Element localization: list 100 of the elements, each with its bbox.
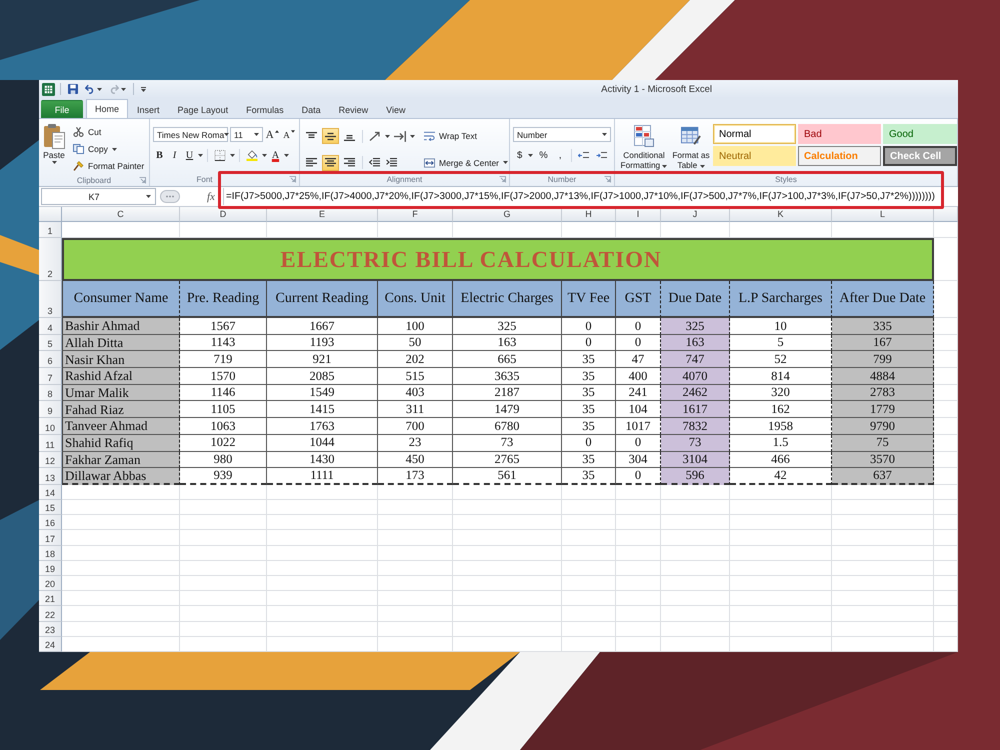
grip-handle-icon[interactable] <box>160 190 180 203</box>
table-cell: 400 <box>616 368 661 385</box>
row-header[interactable]: 13 <box>39 468 62 485</box>
row-header[interactable]: 19 <box>39 560 62 576</box>
table-cell: Dillawar Abbas <box>62 468 180 485</box>
row-header[interactable]: 2 <box>39 238 62 281</box>
ribbon-tab[interactable]: File <box>41 100 83 118</box>
cell-style-option[interactable]: Bad <box>798 124 881 144</box>
number-format-dropdown[interactable]: Number <box>513 127 611 142</box>
ribbon-tab[interactable]: View <box>377 100 414 118</box>
row-header[interactable]: 21 <box>39 591 62 606</box>
copy-button[interactable]: Copy <box>70 141 148 157</box>
row-header[interactable]: 15 <box>39 500 62 516</box>
shrink-font-button[interactable]: A <box>282 127 296 142</box>
dialog-launcher-icon[interactable] <box>604 176 611 183</box>
wrap-text-button[interactable]: Wrap Text <box>421 128 511 144</box>
dialog-launcher-icon[interactable] <box>499 176 506 183</box>
column-header[interactable]: D <box>180 207 267 222</box>
row-header[interactable]: 14 <box>39 484 62 500</box>
row-header[interactable]: 16 <box>39 515 62 530</box>
table-cell: 0 <box>562 334 616 352</box>
row-header[interactable]: 12 <box>39 452 62 468</box>
cell-style-option[interactable]: Normal <box>713 124 796 144</box>
merge-center-button[interactable]: Merge & Center <box>421 154 511 171</box>
row-header[interactable]: 3 <box>39 281 62 318</box>
row-header[interactable]: 18 <box>39 546 62 561</box>
fill-color-button[interactable] <box>244 148 260 163</box>
underline-button[interactable]: U <box>183 148 196 163</box>
align-center-button[interactable] <box>322 154 339 171</box>
format-as-table-button[interactable]: Format as Table <box>669 122 713 173</box>
font-size-dropdown[interactable]: 11 <box>230 127 263 142</box>
caret-icon[interactable] <box>230 154 235 157</box>
dialog-launcher-icon[interactable] <box>289 176 296 183</box>
caret-icon[interactable] <box>198 154 203 157</box>
paintbrush-icon <box>73 161 84 171</box>
row-header[interactable]: 1 <box>39 222 62 238</box>
row-header[interactable]: 24 <box>39 636 62 652</box>
row-header[interactable]: 23 <box>39 622 62 637</box>
align-middle-button[interactable] <box>322 128 339 144</box>
caret-icon[interactable] <box>262 154 267 157</box>
name-box[interactable]: K7 <box>41 188 156 205</box>
text-direction-button[interactable] <box>392 128 408 144</box>
row-header[interactable]: 20 <box>39 576 62 592</box>
row-header[interactable]: 9 <box>39 401 62 418</box>
row-header[interactable]: 7 <box>39 368 62 385</box>
caret-icon[interactable] <box>528 154 534 157</box>
insert-function-button[interactable]: fx <box>204 190 218 204</box>
column-header[interactable]: C <box>62 207 180 222</box>
ribbon-tab[interactable]: Page Layout <box>168 100 238 118</box>
row-header[interactable]: 10 <box>39 418 62 435</box>
grow-font-button[interactable]: A <box>264 127 280 142</box>
row-header[interactable]: 22 <box>39 606 62 622</box>
conditional-formatting-button[interactable]: Conditional Formatting <box>619 122 669 173</box>
window-title: Activity 1 - Microsoft Excel <box>601 84 712 94</box>
cell-style-option[interactable]: Good <box>883 124 957 144</box>
table-cell: 1763 <box>267 418 378 435</box>
table-cell: 35 <box>562 468 616 485</box>
font-name-dropdown[interactable]: Times New Roma <box>153 127 228 142</box>
ribbon-tab[interactable]: Review <box>330 100 378 118</box>
caret-icon[interactable] <box>284 154 289 157</box>
row-header[interactable]: 17 <box>39 530 62 546</box>
row-header[interactable]: 4 <box>39 318 62 335</box>
ribbon-tab[interactable]: Data <box>292 100 330 118</box>
table-header: Current Reading <box>267 281 378 318</box>
comma-button[interactable]: , <box>554 148 567 163</box>
caret-icon[interactable] <box>410 134 415 138</box>
select-all-corner[interactable] <box>39 207 62 222</box>
table-cell: 42 <box>730 468 832 485</box>
percent-button[interactable]: % <box>535 148 552 163</box>
indent-right-icon <box>386 158 397 168</box>
format-painter-button[interactable]: Format Painter <box>70 158 148 174</box>
table-cell: 0 <box>616 334 661 352</box>
undo-button[interactable] <box>83 82 104 96</box>
save-button[interactable] <box>66 82 80 96</box>
font-color-button[interactable]: A <box>269 148 282 163</box>
caret-icon <box>112 148 117 150</box>
ribbon-tab[interactable]: Formulas <box>237 100 293 118</box>
formula-input[interactable]: =IF(J7>5000,J7*25%,IF(J7>4000,J7*20%,IF(J7>3000,J7*15%,IF(J7>2000,J7*13%,IF(J7>1000,J7*10%,IF(J7>500,J7*7%,IF(J7>100,J7*3%,IF(J7>50,J7*2%)))))))) <box>222 188 958 205</box>
table-cell: 47 <box>616 351 661 368</box>
row-header[interactable]: 6 <box>39 351 62 368</box>
ribbon-tab[interactable]: Insert <box>128 100 169 118</box>
italic-button[interactable]: I <box>168 148 181 163</box>
table-cell: 2765 <box>453 452 562 468</box>
cut-button[interactable]: Cut <box>70 124 148 140</box>
bold-button[interactable]: B <box>153 148 166 163</box>
table-cell: 7832 <box>661 418 730 435</box>
cell-style-option[interactable]: Neutral <box>713 146 796 166</box>
spreadsheet-logo-icon[interactable] <box>42 82 55 96</box>
ribbon-tab[interactable]: Home <box>86 99 128 118</box>
currency-button[interactable]: $ <box>513 148 526 163</box>
row-header[interactable]: 11 <box>39 434 62 452</box>
borders-button[interactable] <box>212 148 228 163</box>
table-cell: 637 <box>832 468 934 485</box>
row-header[interactable]: 5 <box>39 334 62 352</box>
column-header[interactable] <box>934 207 958 222</box>
row-header[interactable]: 8 <box>39 384 62 402</box>
caret-icon[interactable] <box>385 134 390 138</box>
paste-button[interactable]: Paste <box>42 122 66 174</box>
dialog-launcher-icon[interactable] <box>139 176 146 184</box>
table-cell: 1111 <box>267 468 378 485</box>
